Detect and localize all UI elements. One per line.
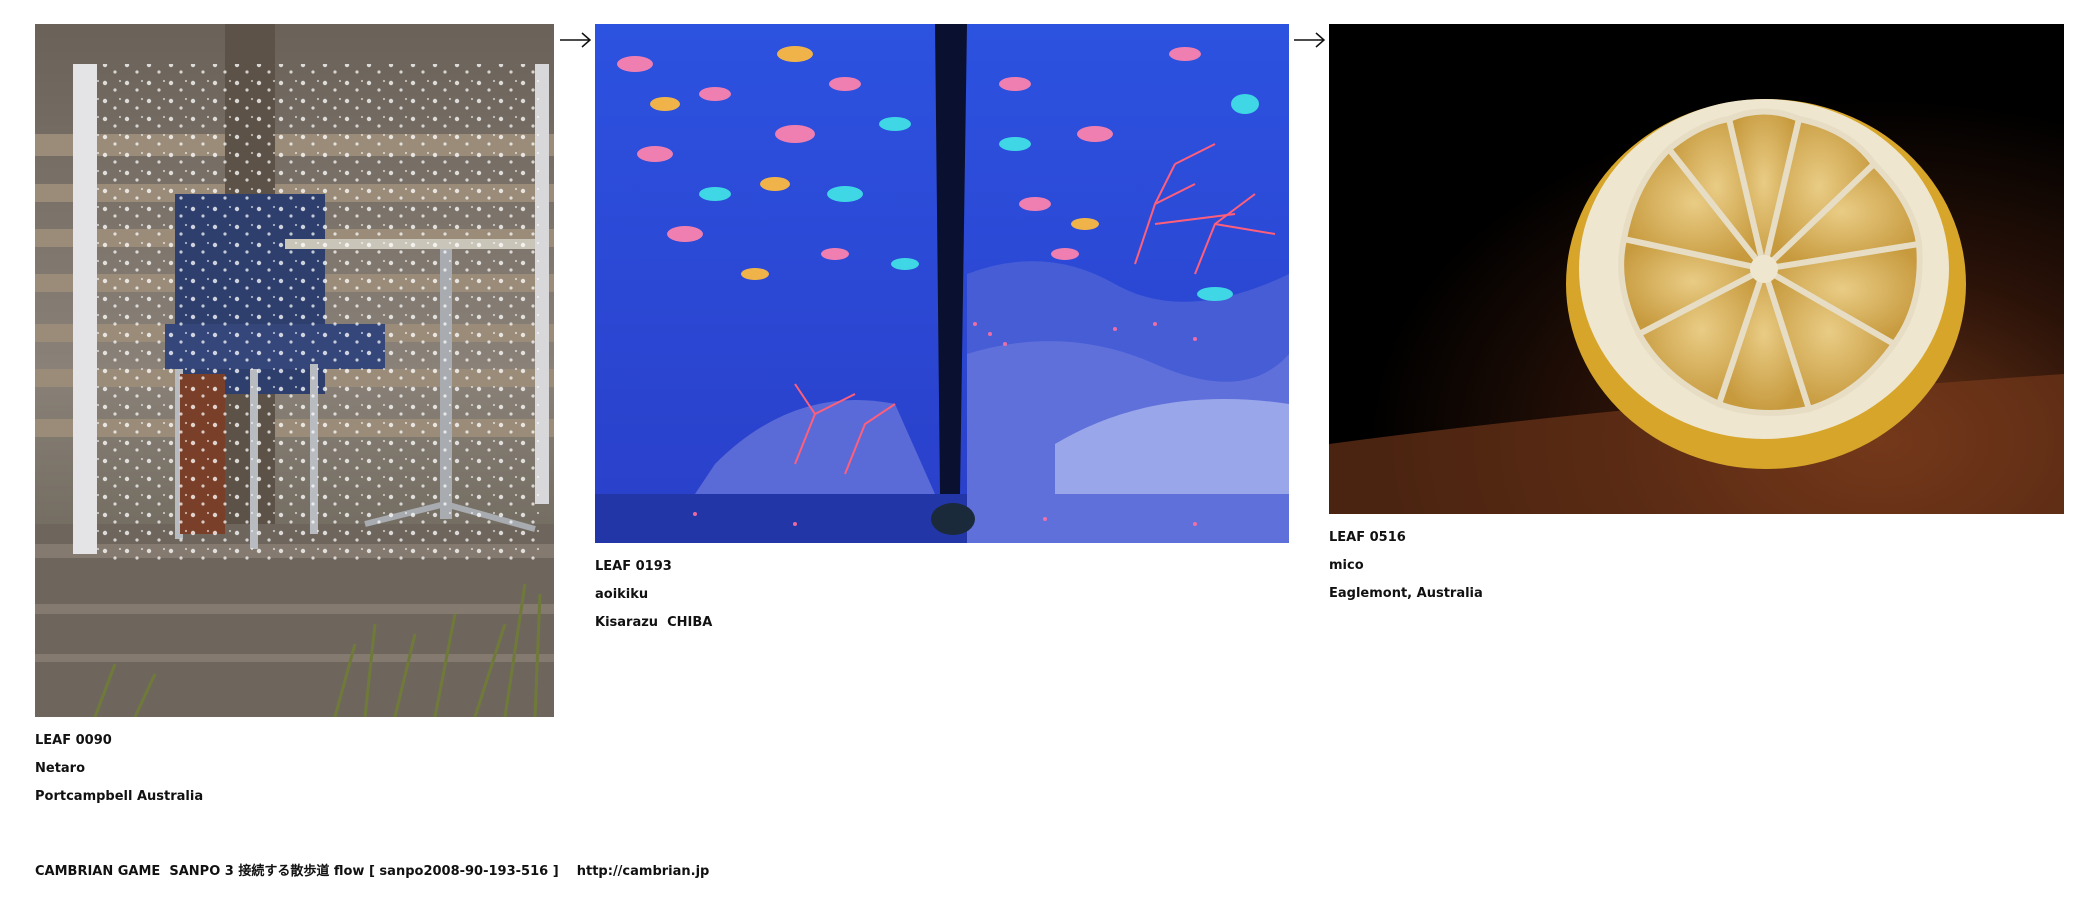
leaf-id: LEAF 0090 <box>35 733 112 748</box>
lemon-half-photo <box>1329 24 2064 514</box>
leaf-photo-2[interactable] <box>595 24 1289 543</box>
footer: CAMBRIAN GAME SANPO 3 接続する散歩道 flow [ san… <box>35 860 709 879</box>
leaf-card-2: LEAF 0193 aoikiku Kisarazu CHIBA <box>595 24 1289 637</box>
leaf-photo-3[interactable] <box>1329 24 2064 514</box>
fish-pattern-seat-photo <box>595 24 1289 543</box>
leaf-location: Portcampbell Australia <box>35 789 204 804</box>
leaf-location: Eaglemont, Australia <box>1329 586 1483 601</box>
leaf-caption-3: LEAF 0516 mico Eaglemont, Australia <box>1329 524 2064 608</box>
arrow-right-icon <box>1294 32 1326 48</box>
leaf-author: mico <box>1329 558 1364 573</box>
footer-text: CAMBRIAN GAME SANPO 3 接続する散歩道 flow [ san… <box>35 864 559 879</box>
leaf-author: aoikiku <box>595 587 649 602</box>
leaf-caption-1: LEAF 0090 Netaro Portcampbell Australia <box>35 727 554 811</box>
leaf-id: LEAF 0193 <box>595 559 672 574</box>
leaf-author: Netaro <box>35 761 86 776</box>
leaf-id: LEAF 0516 <box>1329 530 1406 545</box>
leaf-card-1: LEAF 0090 Netaro Portcampbell Australia <box>35 24 554 811</box>
leaf-caption-2: LEAF 0193 aoikiku Kisarazu CHIBA <box>595 553 1289 637</box>
footer-link[interactable]: http://cambrian.jp <box>577 864 710 879</box>
leaf-card-3: LEAF 0516 mico Eaglemont, Australia <box>1329 24 2064 608</box>
glass-chair-deck-photo <box>35 24 554 717</box>
leaf-location: Kisarazu CHIBA <box>595 615 713 630</box>
leaf-photo-1[interactable] <box>35 24 554 717</box>
arrow-right-icon <box>560 32 592 48</box>
